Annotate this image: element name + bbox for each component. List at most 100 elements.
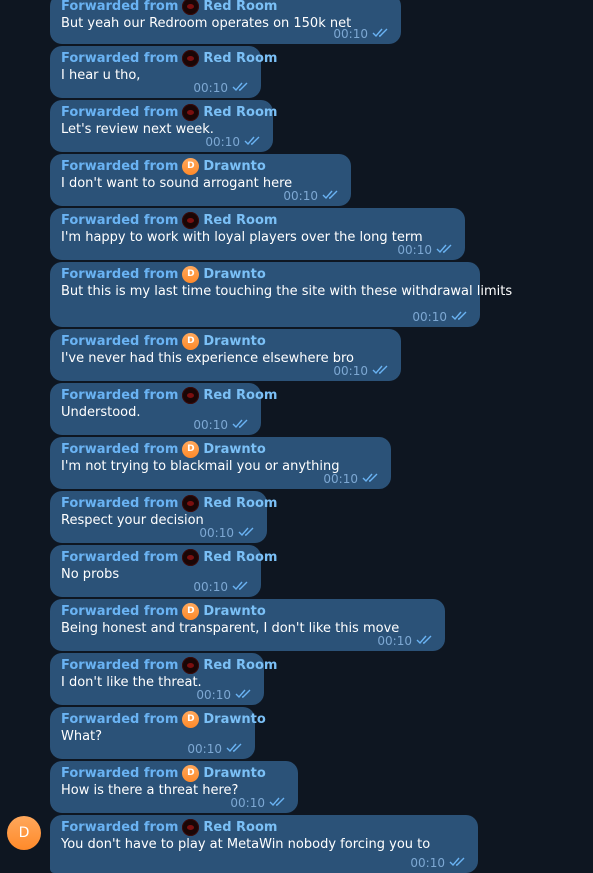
forwarded-sender-name[interactable]: Drawnto xyxy=(203,334,265,349)
drawnto-avatar-icon[interactable]: D xyxy=(182,602,200,620)
double-check-icon xyxy=(372,364,390,378)
forwarded-header[interactable]: Forwarded from D Drawnto xyxy=(61,602,435,620)
message-bubble[interactable]: Forwarded from D Drawnto Being honest and t… xyxy=(50,599,445,651)
message-bubble[interactable]: Forwarded from Red Room Let's review next … xyxy=(50,100,277,152)
message-meta: 00:10 xyxy=(333,27,390,41)
double-check-icon xyxy=(372,27,390,41)
message-meta: 00:10 xyxy=(193,81,250,95)
forwarded-from-label: Forwarded from xyxy=(61,765,179,781)
sender-avatar[interactable]: D xyxy=(7,816,41,850)
forwarded-header[interactable]: Forwarded from D Drawnto xyxy=(61,332,391,350)
message-time: 00:10 xyxy=(193,418,228,432)
forwarded-sender-name[interactable]: Red Room xyxy=(203,105,277,120)
message-time: 00:10 xyxy=(333,27,368,41)
red-room-avatar-icon[interactable] xyxy=(182,103,200,121)
red-room-avatar-icon[interactable] xyxy=(182,211,200,229)
message-bubble[interactable]: Forwarded from Red Room But yeah our Redro… xyxy=(50,0,401,44)
forwarded-sender-name[interactable]: Red Room xyxy=(203,550,277,565)
forwarded-sender-name[interactable]: Drawnto xyxy=(203,442,265,457)
forwarded-from-label: Forwarded from xyxy=(61,441,179,457)
drawnto-avatar-icon[interactable]: D xyxy=(182,265,200,283)
forwarded-from-label: Forwarded from xyxy=(61,266,179,282)
drawnto-avatar-icon[interactable]: D xyxy=(182,764,200,782)
drawnto-avatar-icon[interactable]: D xyxy=(182,710,200,728)
forwarded-sender-name[interactable]: Drawnto xyxy=(203,604,265,619)
message-time: 00:10 xyxy=(199,526,234,540)
forwarded-header[interactable]: Forwarded from Red Room xyxy=(61,386,277,404)
forwarded-header[interactable]: Forwarded from Red Room xyxy=(61,818,468,836)
forwarded-sender-name[interactable]: Red Room xyxy=(203,658,277,673)
message-bubble[interactable]: Forwarded from Red Room No probs 00:10 xyxy=(50,545,277,597)
forwarded-sender-name[interactable]: Red Room xyxy=(203,388,277,403)
forwarded-header[interactable]: Forwarded from Red Room xyxy=(61,211,455,229)
message-bubble[interactable]: Forwarded from D Drawnto How is there a thr… xyxy=(50,761,298,813)
forwarded-header[interactable]: Forwarded from D Drawnto xyxy=(61,440,381,458)
message-bubble[interactable]: Forwarded from Red Room I hear u tho, 00:10 xyxy=(50,46,277,98)
forwarded-header[interactable]: Forwarded from D Drawnto xyxy=(61,764,288,782)
forwarded-header[interactable]: Forwarded from Red Room xyxy=(61,656,277,674)
forwarded-header[interactable]: Forwarded from D Drawnto xyxy=(61,157,341,175)
double-check-icon xyxy=(232,418,250,432)
red-room-avatar-icon[interactable] xyxy=(182,49,200,67)
forwarded-sender-name[interactable]: Red Room xyxy=(203,51,277,66)
forwarded-sender-name[interactable]: Drawnto xyxy=(203,159,265,174)
message-bubble[interactable]: Forwarded from D Drawnto But this is my las… xyxy=(50,262,512,327)
message-meta: 00:10 xyxy=(333,364,390,378)
message-bubble[interactable]: Forwarded from Red Room Respect your decis… xyxy=(50,491,277,543)
message-bubble[interactable]: Forwarded from D Drawnto I'm not trying to … xyxy=(50,437,391,489)
double-check-icon xyxy=(322,189,340,203)
message-time: 00:10 xyxy=(397,243,432,257)
message-time: 00:10 xyxy=(193,81,228,95)
message-bubble[interactable]: Forwarded from D Drawnto I don't want to so… xyxy=(50,154,351,206)
message-text: You don't have to play at MetaWin nobody… xyxy=(61,837,431,852)
forwarded-sender-name[interactable]: Drawnto xyxy=(203,766,265,781)
forwarded-header[interactable]: Forwarded from D Drawnto xyxy=(61,265,470,283)
message-time: 00:10 xyxy=(230,796,265,810)
red-room-avatar-icon[interactable] xyxy=(182,818,200,836)
message-meta: 00:10 xyxy=(412,310,469,324)
double-check-icon xyxy=(244,135,262,149)
message-time: 00:10 xyxy=(193,580,228,594)
forwarded-from-label: Forwarded from xyxy=(61,657,179,673)
message-bubble[interactable]: Forwarded from D Drawnto I've never had thi… xyxy=(50,329,401,381)
red-room-avatar-icon[interactable] xyxy=(182,656,200,674)
double-check-icon xyxy=(226,742,244,756)
red-room-avatar-icon[interactable] xyxy=(182,0,200,15)
message-bubble[interactable]: Forwarded from D Drawnto What? 00:10 xyxy=(50,707,266,759)
forwarded-sender-name[interactable]: Drawnto xyxy=(203,267,265,282)
red-room-avatar-icon[interactable] xyxy=(182,494,200,512)
double-check-icon xyxy=(362,472,380,486)
red-room-avatar-icon[interactable] xyxy=(182,386,200,404)
message-meta: 00:10 xyxy=(199,526,256,540)
forwarded-from-label: Forwarded from xyxy=(61,603,179,619)
message-meta: 00:10 xyxy=(283,189,340,203)
forwarded-header[interactable]: Forwarded from Red Room xyxy=(61,548,277,566)
drawnto-avatar-icon[interactable]: D xyxy=(182,440,200,458)
message-time: 00:10 xyxy=(205,135,240,149)
message-bubble[interactable]: Forwarded from Red Room I'm happy to work … xyxy=(50,208,465,260)
forwarded-sender-name[interactable]: Drawnto xyxy=(203,712,265,727)
forwarded-sender-name[interactable]: Red Room xyxy=(203,213,277,228)
forwarded-header[interactable]: Forwarded from Red Room xyxy=(61,494,277,512)
message-time: 00:10 xyxy=(187,742,222,756)
forwarded-sender-name[interactable]: Red Room xyxy=(203,0,277,14)
drawnto-avatar-icon[interactable]: D xyxy=(182,332,200,350)
forwarded-header[interactable]: Forwarded from D Drawnto xyxy=(61,710,266,728)
red-room-avatar-icon[interactable] xyxy=(182,548,200,566)
forwarded-from-label: Forwarded from xyxy=(61,495,179,511)
forwarded-header[interactable]: Forwarded from Red Room xyxy=(61,49,277,67)
forwarded-header[interactable]: Forwarded from Red Room xyxy=(61,0,391,15)
message-text: I'm happy to work with loyal players ove… xyxy=(61,230,423,245)
message-meta: 00:10 xyxy=(323,472,380,486)
message-bubble[interactable]: Forwarded from Red Room I don't like the t… xyxy=(50,653,277,705)
message-time: 00:10 xyxy=(196,688,231,702)
message-bubble[interactable]: Forwarded from Red Room Understood. 00:10 xyxy=(50,383,277,435)
forwarded-header[interactable]: Forwarded from Red Room xyxy=(61,103,277,121)
forwarded-sender-name[interactable]: Red Room xyxy=(203,496,277,511)
message-time: 00:10 xyxy=(333,364,368,378)
message-meta: 00:10 xyxy=(410,856,467,870)
message-bubble[interactable]: Forwarded from Red Room You don't have to … xyxy=(50,815,478,873)
message-meta: 00:10 xyxy=(377,634,434,648)
forwarded-sender-name[interactable]: Red Room xyxy=(203,820,277,835)
drawnto-avatar-icon[interactable]: D xyxy=(182,157,200,175)
